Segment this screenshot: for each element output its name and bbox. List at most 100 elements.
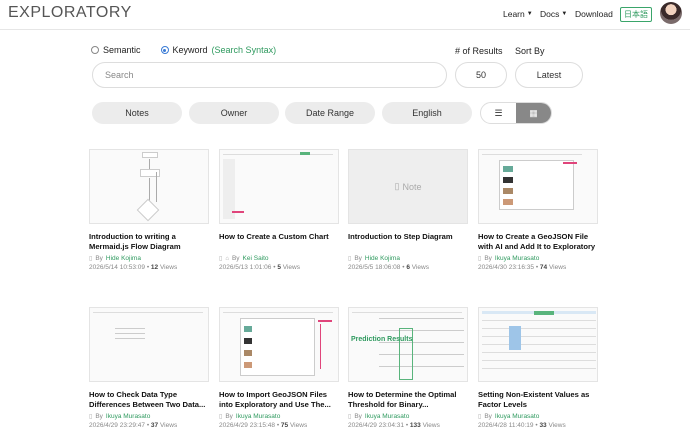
card-title[interactable]: How to Create a Custom Chart bbox=[219, 232, 339, 252]
card-views: 6 bbox=[406, 264, 410, 271]
card-date: 2026/5/5 18:06:08 bbox=[348, 264, 401, 271]
card-views: 33 bbox=[539, 422, 547, 429]
document-icon: ▯ bbox=[89, 414, 93, 420]
card-views: 74 bbox=[539, 264, 548, 271]
card-author[interactable]: Hide Kojima bbox=[365, 255, 400, 262]
nav-learn[interactable]: Learn ▼ bbox=[503, 9, 533, 19]
card-author[interactable]: Hide Kojima bbox=[106, 255, 141, 262]
sort-by-value: Latest bbox=[536, 70, 562, 80]
radio-keyword-label[interactable]: Keyword bbox=[173, 45, 208, 55]
card-thumbnail[interactable]: ▯ Note bbox=[348, 149, 468, 224]
card-stats: 2026/5/13 1:01:06 • 5 Views bbox=[219, 264, 300, 271]
filter-notes[interactable]: Notes bbox=[92, 102, 182, 124]
card-stats: 2026/4/29 23:29:47 • 37 Views bbox=[89, 422, 178, 429]
results-count-select[interactable]: 50 bbox=[455, 62, 507, 88]
card-title[interactable]: How to Import GeoJSON Files into Explora… bbox=[219, 390, 339, 410]
card-thumbnail[interactable] bbox=[219, 307, 339, 382]
card-meta: ▯ By Ikuya Murasato bbox=[348, 413, 410, 420]
search-syntax-link[interactable]: (Search Syntax) bbox=[212, 45, 277, 55]
nav-download[interactable]: Download bbox=[575, 9, 613, 19]
note-placeholder-label: Note bbox=[402, 181, 422, 192]
avatar[interactable] bbox=[660, 2, 682, 24]
logo[interactable]: EXPLORATORY bbox=[8, 4, 132, 22]
card-meta: ▯ ⌂ By Kei Saito bbox=[219, 255, 269, 262]
card-stats: 2026/4/30 23:16:35 • 74 Views bbox=[478, 264, 567, 271]
card-stats: 2026/4/28 11:40:19 • 33 Views bbox=[478, 422, 566, 429]
view-toggle: ☰ ▦ bbox=[480, 102, 552, 124]
card-meta: ▯ By Ikuya Murasato bbox=[89, 413, 151, 420]
card-thumbnail[interactable] bbox=[89, 307, 209, 382]
results-count-label: # of Results bbox=[455, 46, 503, 56]
prediction-results-label: Prediction Results bbox=[351, 336, 413, 343]
card-title[interactable]: How to Create a GeoJSON File with AI and… bbox=[478, 232, 598, 252]
document-icon: ▯ bbox=[348, 414, 352, 420]
card-stats: 2026/4/29 23:15:48 • 75 Views bbox=[219, 422, 308, 429]
results-count-value: 50 bbox=[475, 70, 486, 80]
card-meta: ▯ By Ikuya Murasato bbox=[219, 413, 281, 420]
note-card[interactable]: Setting Non-Existent Values as Factor Le… bbox=[478, 307, 598, 429]
card-author[interactable]: Ikuya Murasato bbox=[236, 413, 280, 420]
nav-docs-label: Docs bbox=[540, 9, 560, 19]
radio-semantic-label[interactable]: Semantic bbox=[103, 45, 141, 55]
filter-owner[interactable]: Owner bbox=[189, 102, 279, 124]
card-title[interactable]: Introduction to writing a Mermaid.js Flo… bbox=[89, 232, 209, 252]
card-author[interactable]: Ikuya Murasato bbox=[365, 413, 409, 420]
card-title[interactable]: Introduction to Step Diagram bbox=[348, 232, 468, 252]
card-views: 37 bbox=[150, 422, 159, 429]
language-button[interactable]: 日本語 bbox=[620, 7, 652, 22]
lock-icon: ⌂ bbox=[225, 255, 229, 262]
radio-keyword[interactable] bbox=[160, 46, 169, 54]
card-date: 2026/4/29 23:15:48 bbox=[219, 422, 276, 429]
chevron-down-icon: ▼ bbox=[561, 11, 568, 17]
card-date: 2026/4/29 23:04:31 bbox=[348, 422, 405, 429]
card-meta: ▯ By Ikuya Murasato bbox=[478, 413, 540, 420]
card-thumbnail[interactable] bbox=[219, 149, 339, 224]
card-author[interactable]: Ikuya Murasato bbox=[106, 413, 150, 420]
sort-by-select[interactable]: Latest bbox=[515, 62, 583, 88]
card-thumbnail[interactable] bbox=[89, 149, 209, 224]
card-date: 2026/4/29 23:29:47 bbox=[89, 422, 146, 429]
note-card[interactable]: How to Create a GeoJSON File with AI and… bbox=[478, 149, 598, 271]
filter-language[interactable]: English bbox=[382, 102, 472, 124]
search-mode-group: Semantic Keyword (Search Syntax) bbox=[91, 45, 276, 55]
card-stats: 2026/5/14 10:53:09 • 12 Views bbox=[89, 264, 178, 271]
grid-view-icon[interactable]: ▦ bbox=[516, 103, 551, 123]
card-title[interactable]: How to Check Data Type Differences Betwe… bbox=[89, 390, 209, 410]
card-author[interactable]: Ikuya Murasato bbox=[495, 255, 539, 262]
top-header: EXPLORATORY Learn ▼ Docs ▼ Download 日本語 bbox=[0, 0, 690, 30]
card-thumbnail[interactable]: Prediction Results bbox=[348, 307, 468, 382]
note-card[interactable]: How to Create a Custom Chart ▯ ⌂ By Kei … bbox=[219, 149, 339, 271]
document-icon: ▯ bbox=[219, 414, 223, 420]
card-date: 2026/5/14 10:53:09 bbox=[89, 264, 146, 271]
card-author[interactable]: Ikuya Murasato bbox=[495, 413, 539, 420]
card-title[interactable]: How to Determine the Optimal Threshold f… bbox=[348, 390, 468, 410]
document-icon: ▯ bbox=[348, 256, 352, 262]
note-card[interactable]: ▯ Note Introduction to Step Diagram ▯ By… bbox=[348, 149, 468, 271]
nav-docs[interactable]: Docs ▼ bbox=[540, 9, 567, 19]
sort-by-label: Sort By bbox=[515, 46, 545, 56]
card-views: 12 bbox=[150, 264, 159, 271]
search-input[interactable] bbox=[92, 62, 447, 88]
card-views: 5 bbox=[277, 264, 281, 271]
chevron-down-icon: ▼ bbox=[526, 11, 533, 17]
card-stats: 2026/5/5 18:06:08 • 6 Views bbox=[348, 264, 429, 271]
card-date: 2026/4/28 11:40:19 bbox=[478, 422, 534, 429]
document-icon: ▯ bbox=[478, 256, 482, 262]
list-view-icon[interactable]: ☰ bbox=[481, 103, 516, 123]
note-icon: ▯ bbox=[394, 181, 400, 191]
card-meta: ▯ By Ikuya Murasato bbox=[478, 255, 540, 262]
card-meta: ▯ By Hide Kojima bbox=[89, 255, 141, 262]
document-icon: ▯ bbox=[89, 256, 93, 262]
card-stats: 2026/4/29 23:04:31 • 133 Views bbox=[348, 422, 440, 429]
card-author[interactable]: Kei Saito bbox=[243, 255, 269, 262]
note-card[interactable]: How to Import GeoJSON Files into Explora… bbox=[219, 307, 339, 429]
card-meta: ▯ By Hide Kojima bbox=[348, 255, 400, 262]
card-thumbnail[interactable] bbox=[478, 307, 598, 382]
note-card[interactable]: Introduction to writing a Mermaid.js Flo… bbox=[89, 149, 209, 271]
note-card[interactable]: Prediction Results How to Determine the … bbox=[348, 307, 468, 429]
note-card[interactable]: How to Check Data Type Differences Betwe… bbox=[89, 307, 209, 429]
card-title[interactable]: Setting Non-Existent Values as Factor Le… bbox=[478, 390, 598, 410]
card-thumbnail[interactable] bbox=[478, 149, 598, 224]
filter-date-range[interactable]: Date Range bbox=[285, 102, 375, 124]
radio-semantic[interactable] bbox=[91, 46, 99, 54]
